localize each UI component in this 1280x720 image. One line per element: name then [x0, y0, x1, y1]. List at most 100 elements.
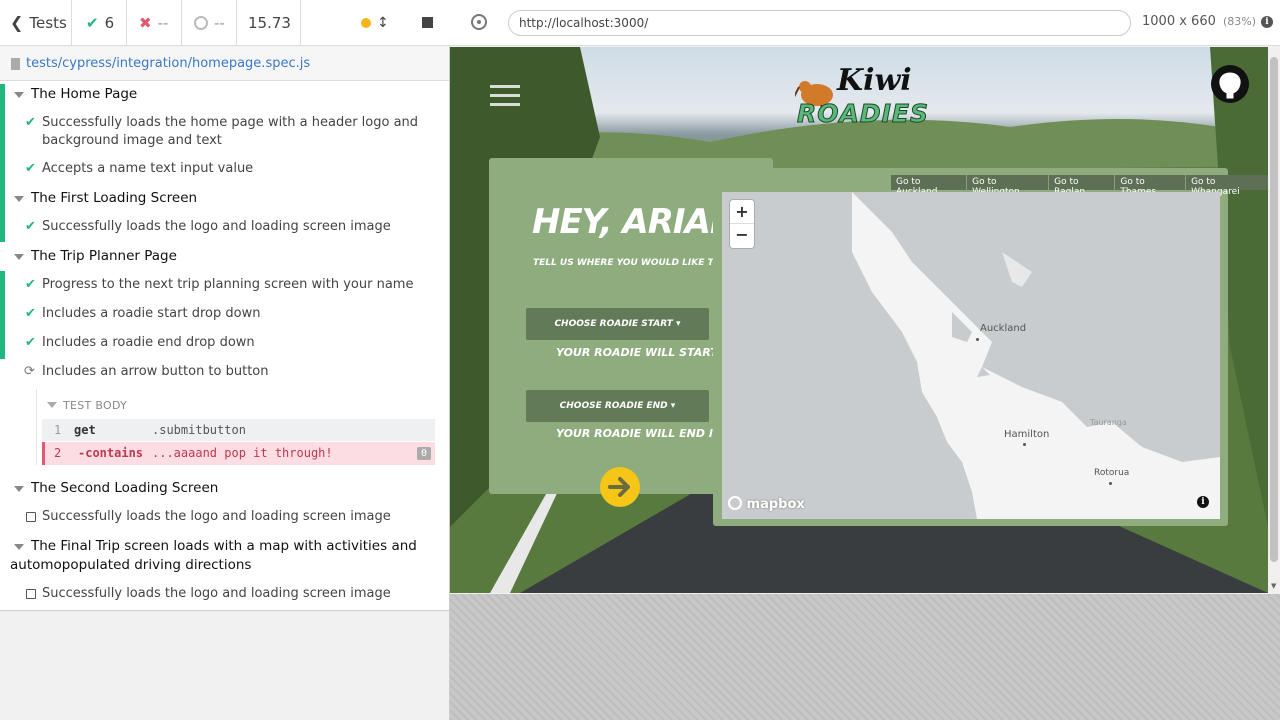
- caret-down-icon: ▾: [676, 319, 681, 329]
- zoom-out-button[interactable]: −: [730, 224, 754, 248]
- spec-path[interactable]: tests/cypress/integration/homepage.spec.…: [26, 56, 310, 71]
- submit-arrow-button[interactable]: [600, 467, 640, 507]
- test-title: Progress to the next trip planning scree…: [42, 277, 414, 292]
- selector-playground-dot: [477, 20, 481, 24]
- running-dot-icon[interactable]: [361, 17, 371, 28]
- chevron-left-icon: ❮: [10, 13, 24, 32]
- scrollbar-thumb[interactable]: [1270, 57, 1278, 562]
- failed-count[interactable]: ✖ --: [127, 0, 182, 46]
- test-title: Successfully loads the logo and loading …: [42, 219, 391, 234]
- check-icon: ✔: [25, 161, 36, 176]
- check-icon: ✔: [25, 306, 36, 321]
- arrow-right-icon: [608, 477, 630, 497]
- scroll-toggle-icon[interactable]: ↕: [377, 15, 389, 31]
- info-icon[interactable]: i: [1261, 16, 1273, 28]
- check-icon: ✔: [25, 115, 36, 130]
- pass-indicator: [0, 84, 5, 242]
- caret-down-icon: [14, 196, 24, 202]
- check-icon: ✔: [25, 219, 36, 234]
- viewport-info[interactable]: 1000 x 660 (83%): [1142, 14, 1256, 29]
- suite-title-cont: automopopulated driving directions: [10, 557, 252, 573]
- scroll-down-arrow-icon[interactable]: ▼: [1271, 582, 1276, 590]
- map-label-rotorua: Rotorua: [1094, 468, 1130, 478]
- caret-down-icon: [14, 92, 24, 98]
- mapbox-text: mapbox: [746, 497, 805, 512]
- mapbox-circle-icon: [728, 496, 742, 510]
- github-icon[interactable]: [1211, 65, 1249, 103]
- test-title: Successfully loads the logo and loading …: [42, 509, 391, 524]
- zoom-in-button[interactable]: +: [730, 200, 754, 224]
- test-title: Includes a roadie start drop down: [42, 306, 261, 321]
- refresh-icon: ⟳: [24, 364, 35, 379]
- pending-circle-icon: [194, 15, 208, 30]
- check-icon: ✔: [25, 335, 36, 350]
- github-cat-icon: [1219, 72, 1241, 99]
- command-number: 2: [54, 446, 62, 460]
- command-arg: .submitbutton: [152, 423, 246, 437]
- logo-roadies-text: ROADIES: [797, 99, 929, 129]
- suite-title: The Second Loading Screen: [31, 480, 219, 496]
- test-body: TEST BODY 1 get .submitbutton 2 -contain…: [36, 389, 438, 465]
- pass-indicator: [0, 271, 5, 359]
- caret-down-icon: ▾: [670, 401, 676, 411]
- spec-file-header: tests/cypress/integration/homepage.spec.…: [0, 47, 449, 81]
- menu-hamburger-icon[interactable]: [490, 85, 520, 109]
- tests-back-button[interactable]: ❮ Tests: [0, 0, 72, 46]
- suite-title: The First Loading Screen: [31, 190, 198, 206]
- goto-whangarei-button[interactable]: Go to Whangarei: [1186, 175, 1268, 197]
- duration: 15.73: [237, 0, 301, 46]
- app-scrollbar[interactable]: ▼: [1268, 47, 1280, 593]
- city-dot: [976, 338, 979, 341]
- test-title: Includes an arrow button to button: [42, 364, 269, 379]
- caret-down-icon: [14, 254, 24, 260]
- x-icon: ✖: [139, 13, 152, 32]
- file-icon: [11, 57, 20, 70]
- stop-icon[interactable]: [421, 17, 433, 28]
- passed-count[interactable]: ✔ 6: [72, 0, 127, 46]
- pending-count[interactable]: --: [182, 0, 237, 46]
- goto-auckland-button[interactable]: Go to Auckland: [891, 175, 968, 197]
- command-contains-failed[interactable]: 2 -contains ...aaaand pop it through! 0: [42, 442, 435, 465]
- city-dot: [1109, 482, 1112, 485]
- goto-thames-button[interactable]: Go to Thames: [1115, 175, 1187, 197]
- roadie-end-button[interactable]: CHOOSE ROADIE END ▾: [526, 390, 709, 422]
- map-land: [852, 192, 1220, 519]
- duration-value: 15.73: [248, 13, 291, 32]
- app-frame: Kiwi ROADIES HEY, ARIANNA TELL US WHERE …: [450, 47, 1268, 593]
- test-title: Accepts a name text input value: [42, 161, 254, 176]
- caret-down-icon: [14, 544, 24, 550]
- suite-title: The Trip Planner Page: [31, 248, 177, 264]
- suite-title: The Home Page: [31, 86, 138, 102]
- pending-box-icon: [26, 589, 36, 599]
- end-caption: YOUR ROADIE WILL END IN: [556, 427, 723, 440]
- command-name: get: [74, 423, 96, 437]
- test-title: Includes a roadie end drop down: [42, 335, 255, 350]
- app-logo[interactable]: Kiwi ROADIES: [795, 63, 929, 131]
- url-bar[interactable]: http://localhost:3000/: [508, 10, 1131, 36]
- runnables: The Home Page ✔ Successfully loads the h…: [0, 81, 449, 611]
- attribution-info-icon[interactable]: i: [1197, 496, 1209, 508]
- empty-viewport-area: [450, 594, 1280, 720]
- greeting-subtitle: TELL US WHERE YOU WOULD LIKE TO GO!: [533, 258, 744, 268]
- zoom-level: (83%): [1223, 15, 1257, 28]
- failed-value: --: [157, 13, 169, 32]
- command-get[interactable]: 1 get .submitbutton: [42, 419, 435, 441]
- start-caption: YOUR ROADIE WILL START IN: [556, 346, 735, 359]
- city-dot: [1023, 443, 1026, 446]
- roadie-start-button[interactable]: CHOOSE ROADIE START ▾: [526, 308, 709, 340]
- map-goto-buttons: Go to Auckland Go to Wellington Go to Ra…: [891, 175, 1268, 197]
- url-text: http://localhost:3000/: [519, 16, 649, 30]
- goto-raglan-button[interactable]: Go to Raglan: [1049, 175, 1116, 197]
- goto-wellington-button[interactable]: Go to Wellington: [967, 175, 1050, 197]
- mapbox-logo[interactable]: mapbox: [728, 496, 805, 512]
- roadie-start-label: CHOOSE ROADIE START: [554, 319, 673, 329]
- caret-down-icon: [47, 402, 57, 408]
- map-label-hamilton: Hamilton: [1004, 429, 1050, 440]
- command-count-badge: 0: [417, 447, 431, 460]
- command-arg: ...aaaand pop it through!: [152, 446, 333, 460]
- test-body-header[interactable]: TEST BODY: [47, 399, 127, 412]
- tests-label: Tests: [29, 13, 67, 32]
- suite-title: The Final Trip screen loads with a map w…: [31, 538, 417, 554]
- test-title: Successfully loads the logo and loading …: [42, 586, 391, 601]
- map[interactable]: + − Auckland Hamilton Tauranga Rotorua m…: [722, 192, 1220, 519]
